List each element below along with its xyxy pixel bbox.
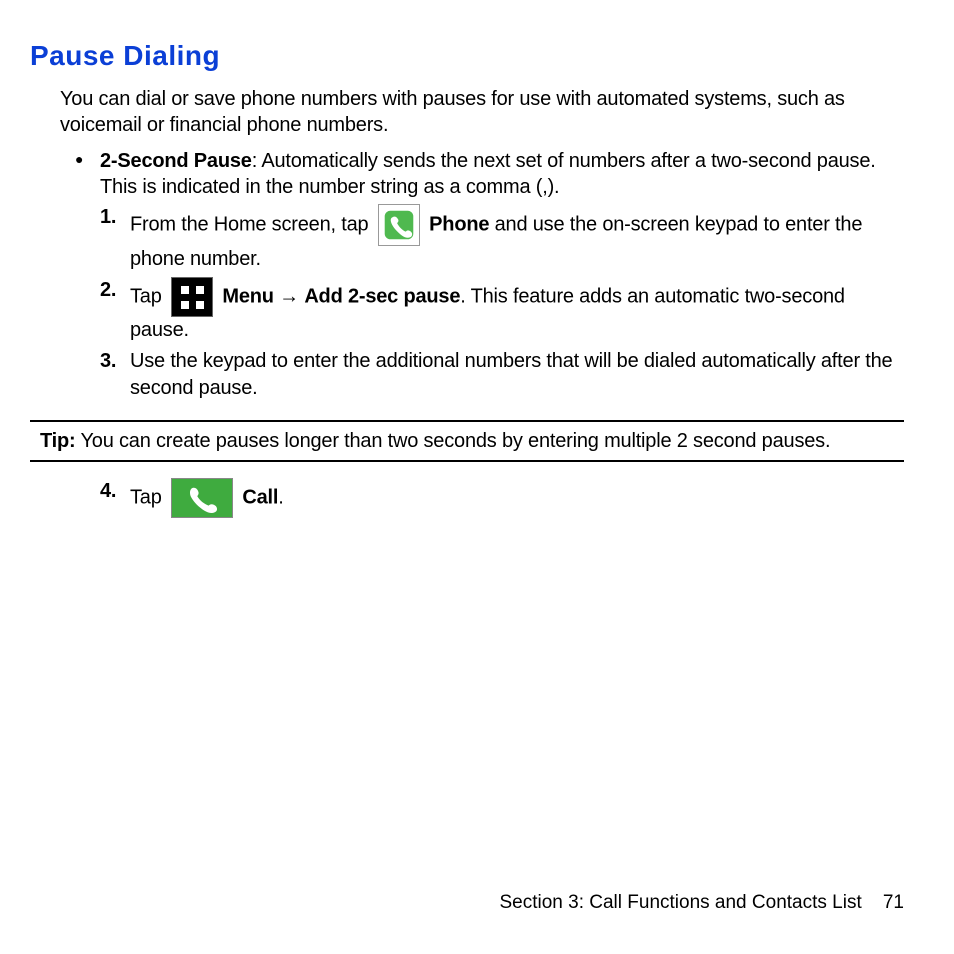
step-2: 2. Tap Menu → Add 2-sec pause. This feat… bbox=[100, 277, 904, 344]
step-4: 4. Tap Call. bbox=[100, 478, 904, 518]
menu-icon bbox=[171, 277, 213, 317]
section-heading: Pause Dialing bbox=[30, 40, 904, 72]
step-number: 3. bbox=[100, 348, 116, 375]
tip-text: You can create pauses longer than two se… bbox=[76, 430, 831, 452]
arrow: → bbox=[274, 285, 305, 307]
bullet-item: 2-Second Pause: Automatically sends the … bbox=[75, 148, 904, 200]
step-text-pre: From the Home screen, tap bbox=[130, 213, 374, 235]
step-3: 3. Use the keypad to enter the additiona… bbox=[100, 348, 904, 402]
step-text: Use the keypad to enter the additional n… bbox=[130, 350, 892, 399]
call-icon bbox=[171, 478, 233, 518]
step-text-pre: Tap bbox=[130, 285, 167, 307]
step-number: 1. bbox=[100, 204, 116, 231]
divider-top bbox=[30, 420, 904, 422]
footer-section: Section 3: Call Functions and Contacts L… bbox=[499, 892, 861, 913]
tip-label: Tip: bbox=[40, 430, 76, 452]
step-bold: Call bbox=[242, 486, 278, 508]
step-bold-menu: Menu bbox=[222, 285, 273, 307]
numbered-list: 1. From the Home screen, tap Phone and u… bbox=[100, 204, 904, 402]
step-bold: Phone bbox=[429, 213, 489, 235]
step-number: 2. bbox=[100, 277, 116, 304]
step-text-pre: Tap bbox=[130, 486, 167, 508]
page-footer: Section 3: Call Functions and Contacts L… bbox=[499, 892, 904, 914]
step-bold-add: Add 2-sec pause bbox=[304, 285, 460, 307]
footer-page-number: 71 bbox=[883, 892, 904, 913]
manual-page: Pause Dialing You can dial or save phone… bbox=[0, 0, 954, 954]
numbered-list-cont: 4. Tap Call. bbox=[100, 478, 904, 518]
step-1: 1. From the Home screen, tap Phone and u… bbox=[100, 204, 904, 273]
bullet-label: 2-Second Pause bbox=[100, 150, 252, 172]
divider-bottom bbox=[30, 460, 904, 462]
step-text-post: . bbox=[278, 486, 283, 508]
phone-icon bbox=[378, 204, 420, 246]
intro-paragraph: You can dial or save phone numbers with … bbox=[60, 86, 904, 138]
step-number: 4. bbox=[100, 478, 116, 505]
tip-box: Tip: You can create pauses longer than t… bbox=[30, 428, 904, 454]
